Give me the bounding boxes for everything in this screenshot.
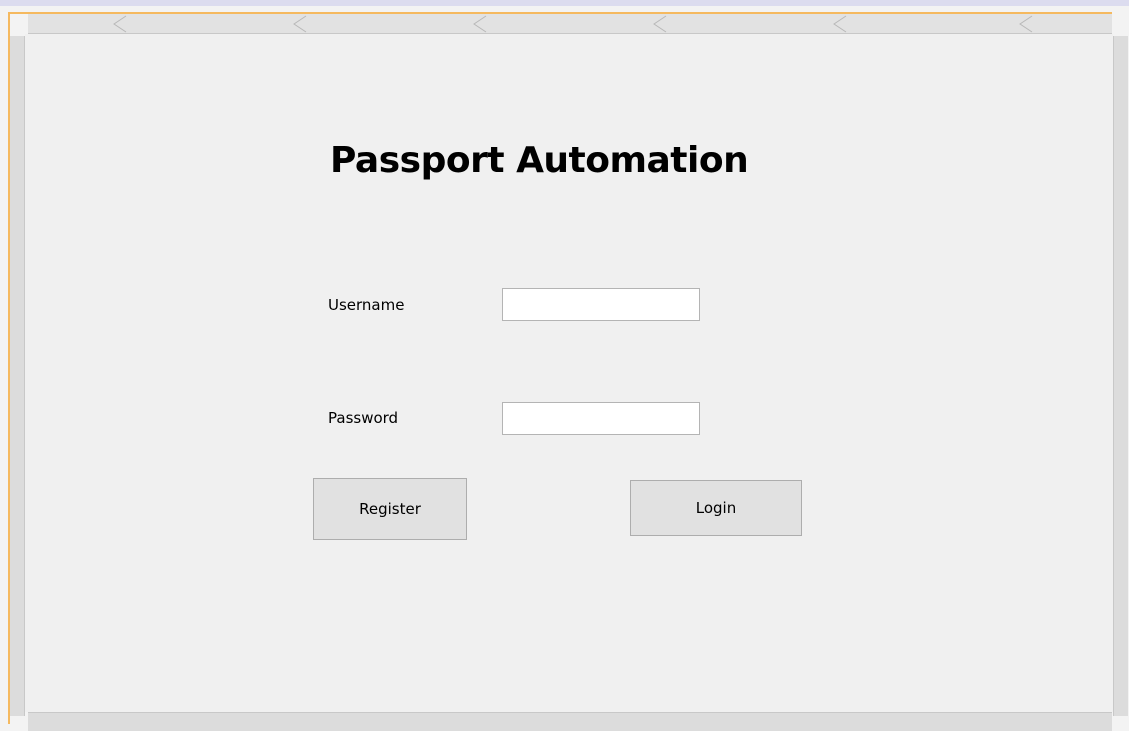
password-label: Password [328, 409, 399, 427]
top-strip [0, 0, 1129, 6]
chevron-left-icon [473, 15, 487, 33]
login-button[interactable]: Login [630, 480, 802, 536]
chevron-left-icon [653, 15, 667, 33]
chevron-left-icon [1019, 15, 1033, 33]
username-label: Username [328, 296, 405, 314]
password-field[interactable] [502, 402, 700, 435]
designer-canvas: Passport Automation Username Password Re… [0, 0, 1129, 731]
username-field[interactable] [502, 288, 700, 321]
top-ruler [28, 14, 1112, 34]
left-ruler[interactable] [10, 36, 25, 716]
bottom-scrollbar[interactable] [28, 712, 1112, 731]
register-button[interactable]: Register [313, 478, 467, 540]
chevron-left-icon [833, 15, 847, 33]
ruler-chevrons [113, 15, 1033, 33]
page-title: Passport Automation [330, 140, 749, 181]
right-scrollbar[interactable] [1113, 36, 1128, 716]
chevron-left-icon [293, 15, 307, 33]
chevron-left-icon [113, 15, 127, 33]
form-panel [25, 34, 1113, 712]
